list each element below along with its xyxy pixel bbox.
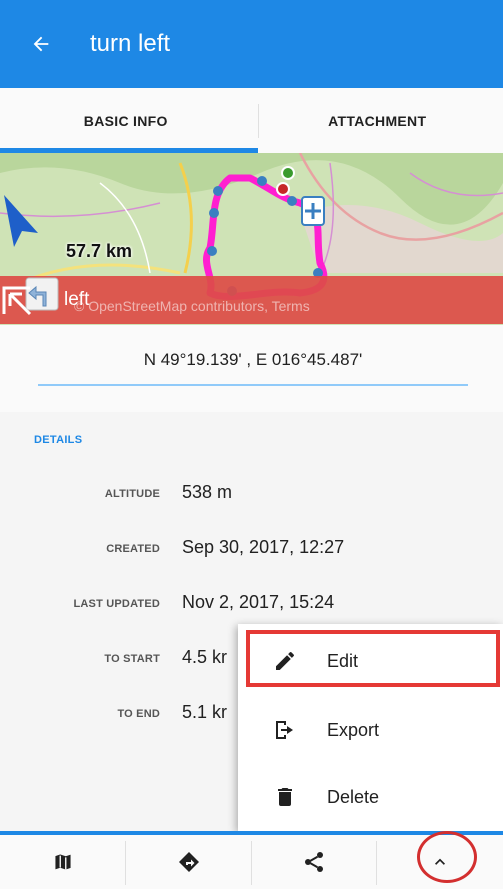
detail-row-last-updated: LAST UPDATED Nov 2, 2017, 15:24 [0, 590, 503, 620]
waypoint-banner: turn left © OpenStreetMap contributors, … [0, 276, 503, 324]
tab-divider [258, 104, 259, 138]
distance-label: 57.7 km [66, 241, 133, 261]
detail-value: 4.5 kr [182, 647, 228, 667]
coordinates-field[interactable]: N 49°19.139' , E 016°45.487' [38, 350, 468, 370]
tab-basic-info[interactable]: BASIC INFO [0, 88, 252, 153]
menu-label: Export [327, 719, 380, 740]
export-icon [272, 717, 298, 743]
detail-value: 538 m [182, 482, 233, 502]
app-bar: turn left [0, 0, 503, 88]
navigate-button[interactable] [126, 835, 252, 889]
share-button[interactable] [252, 835, 378, 889]
navigate-icon [178, 852, 199, 872]
details-heading: DETAILS [34, 434, 83, 446]
coordinates-underline [38, 384, 468, 386]
tab-bar: BASIC INFO ATTACHMENT [0, 88, 503, 153]
detail-label: TO END [117, 708, 160, 720]
tab-attachment[interactable]: ATTACHMENT [252, 88, 503, 153]
detail-label: ALTITUDE [104, 488, 160, 500]
arrow-left-icon [33, 36, 49, 52]
page-title: turn left [90, 30, 171, 57]
menu-item-delete[interactable]: Delete [238, 763, 503, 831]
detail-label: CREATED [106, 543, 160, 555]
detail-value: 5.1 kr [182, 702, 228, 722]
expand-icon[interactable] [0, 282, 36, 318]
detail-row-created: CREATED Sep 30, 2017, 12:27 [0, 535, 503, 565]
detail-label: LAST UPDATED [73, 598, 160, 610]
back-button[interactable] [30, 33, 70, 55]
detail-row-altitude: ALTITUDE 538 m [0, 480, 503, 510]
map-icon [53, 852, 72, 872]
detail-label: TO START [104, 653, 160, 665]
detail-value: Sep 30, 2017, 12:27 [182, 537, 345, 557]
trash-icon [272, 784, 298, 810]
highlight-annotation [246, 630, 500, 687]
map-preview[interactable]: 57.7 km turn left © OpenStreetMap contri… [0, 153, 503, 325]
menu-label: Delete [327, 786, 380, 807]
share-icon [305, 852, 324, 872]
show-on-map-button[interactable] [0, 835, 126, 889]
detail-value: Nov 2, 2017, 15:24 [182, 592, 335, 612]
circle-annotation [417, 831, 477, 883]
map-attribution[interactable]: © OpenStreetMap contributors, Terms [74, 298, 310, 314]
menu-item-export[interactable]: Export [238, 696, 503, 764]
